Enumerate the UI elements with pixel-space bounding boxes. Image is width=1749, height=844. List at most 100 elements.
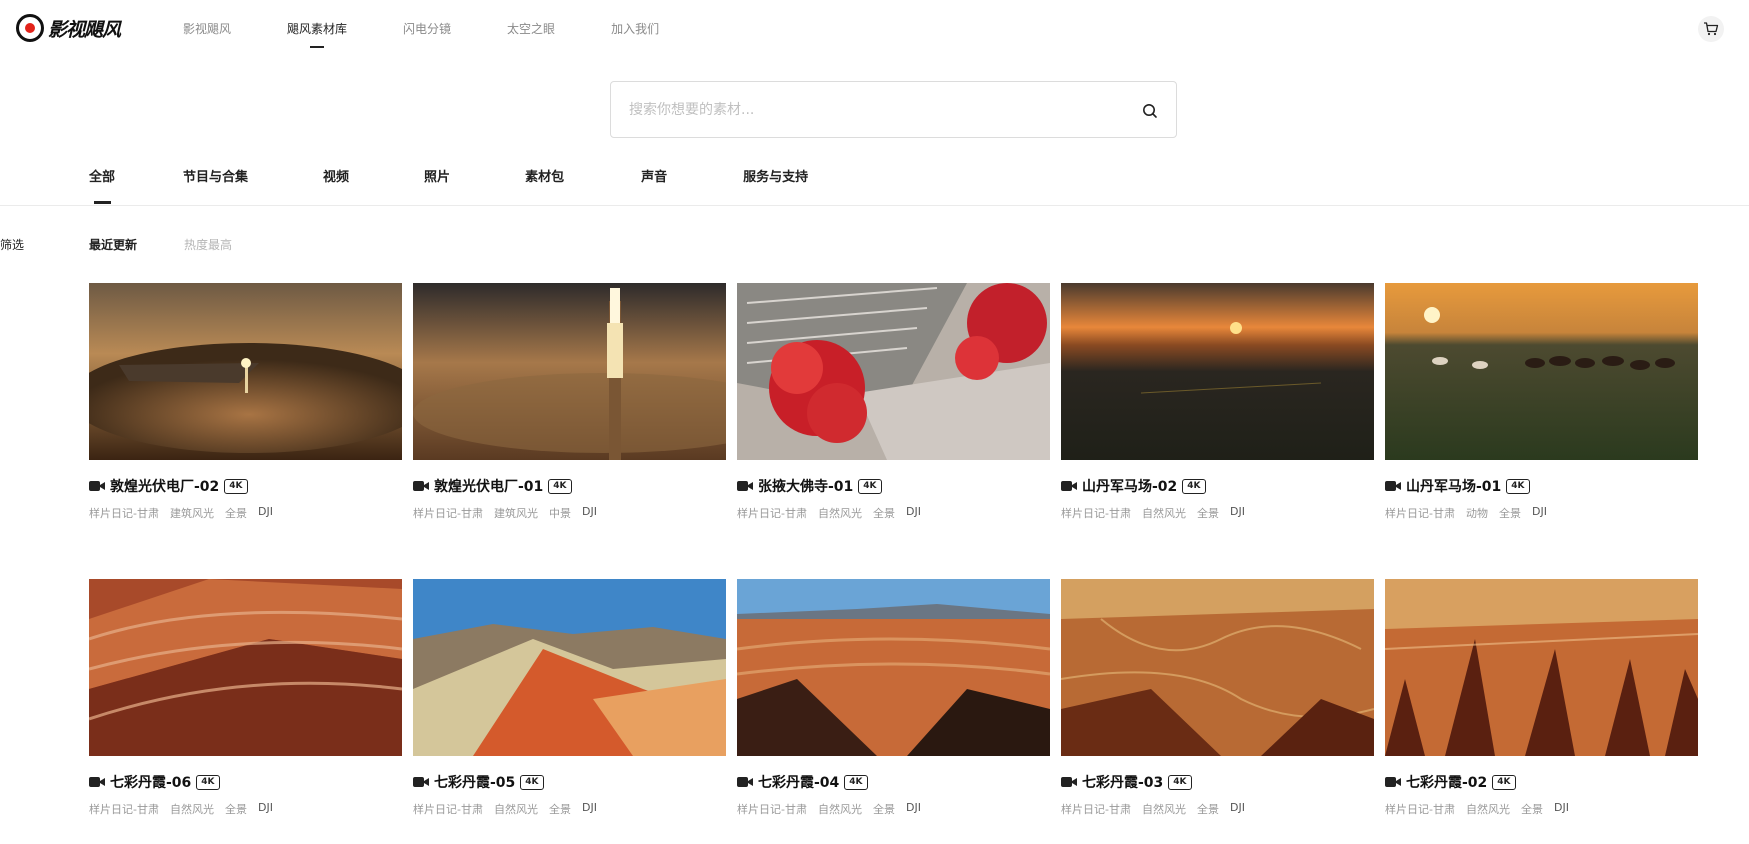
asset-card[interactable]: 七彩丹霞-06 4K 样片日记-甘肃 自然风光 全景 DJI	[89, 579, 402, 844]
tag-device[interactable]: DJI	[906, 801, 921, 817]
asset-card[interactable]: 敦煌光伏电厂-02 4K 样片日记-甘肃 建筑风光 全景 DJI	[89, 283, 402, 579]
asset-thumbnail[interactable]	[737, 283, 1050, 460]
asset-card[interactable]: 张掖大佛寺-01 4K 样片日记-甘肃 自然风光 全景 DJI	[737, 283, 1050, 579]
nav-item-space-eye[interactable]: 太空之眼	[507, 20, 555, 37]
tag-shot[interactable]: 全景	[1197, 801, 1219, 817]
sort-latest[interactable]: 最近更新	[89, 236, 137, 253]
tag-device[interactable]: DJI	[582, 505, 597, 521]
tab-sound[interactable]: 声音	[641, 166, 667, 185]
tag-shot[interactable]: 全景	[549, 801, 571, 817]
asset-card[interactable]: 七彩丹霞-05 4K 样片日记-甘肃 自然风光 全景 DJI	[413, 579, 726, 844]
asset-title[interactable]: 七彩丹霞-04	[758, 772, 839, 792]
asset-title[interactable]: 七彩丹霞-06	[110, 772, 191, 792]
tag-series[interactable]: 样片日记-甘肃	[1061, 801, 1131, 817]
asset-thumbnail[interactable]	[89, 579, 402, 756]
thumbnail-image	[737, 283, 1050, 460]
tag-shot[interactable]: 全景	[873, 505, 895, 521]
asset-thumbnail[interactable]	[737, 579, 1050, 756]
nav-item-yingshijufeng[interactable]: 影视飓风	[183, 20, 231, 37]
tag-series[interactable]: 样片日记-甘肃	[1385, 505, 1455, 521]
asset-title[interactable]: 七彩丹霞-03	[1082, 772, 1163, 792]
asset-card[interactable]: 七彩丹霞-02 4K 样片日记-甘肃 自然风光 全景 DJI	[1385, 579, 1698, 844]
sort-popular[interactable]: 热度最高	[184, 236, 232, 253]
tag-category[interactable]: 建筑风光	[170, 505, 214, 521]
tag-device[interactable]: DJI	[258, 505, 273, 521]
tab-packs[interactable]: 素材包	[525, 166, 564, 185]
asset-title[interactable]: 敦煌光伏电厂-01	[434, 476, 543, 496]
filter-button[interactable]: 筛选	[0, 236, 24, 253]
tab-programs[interactable]: 节目与合集	[183, 166, 248, 185]
asset-title[interactable]: 敦煌光伏电厂-02	[110, 476, 219, 496]
tag-shot[interactable]: 全景	[1499, 505, 1521, 521]
category-tabs: 全部 节目与合集 视频 照片 素材包 声音 服务与支持	[89, 166, 808, 204]
asset-card[interactable]: 七彩丹霞-04 4K 样片日记-甘肃 自然风光 全景 DJI	[737, 579, 1050, 844]
resolution-badge: 4K	[1492, 774, 1516, 790]
asset-thumbnail[interactable]	[89, 283, 402, 460]
tag-shot[interactable]: 全景	[1197, 505, 1219, 521]
nav-item-join-us[interactable]: 加入我们	[611, 20, 659, 37]
tag-device[interactable]: DJI	[906, 505, 921, 521]
tag-device[interactable]: DJI	[1532, 505, 1547, 521]
tag-category[interactable]: 自然风光	[170, 801, 214, 817]
tag-series[interactable]: 样片日记-甘肃	[89, 801, 159, 817]
tag-series[interactable]: 样片日记-甘肃	[413, 801, 483, 817]
tag-device[interactable]: DJI	[1554, 801, 1569, 817]
tag-shot[interactable]: 全景	[1521, 801, 1543, 817]
tag-series[interactable]: 样片日记-甘肃	[1385, 801, 1455, 817]
tab-services[interactable]: 服务与支持	[743, 166, 808, 185]
tab-videos[interactable]: 视频	[323, 166, 349, 185]
asset-card[interactable]: 山丹军马场-01 4K 样片日记-甘肃 动物 全景 DJI	[1385, 283, 1698, 579]
tag-series[interactable]: 样片日记-甘肃	[1061, 505, 1131, 521]
tag-device[interactable]: DJI	[258, 801, 273, 817]
tag-category[interactable]: 自然风光	[494, 801, 538, 817]
tab-all[interactable]: 全部	[89, 166, 115, 204]
tag-series[interactable]: 样片日记-甘肃	[89, 505, 159, 521]
tag-shot[interactable]: 中景	[549, 505, 571, 521]
asset-thumbnail[interactable]	[1061, 283, 1374, 460]
brand-logo[interactable]: 影视飓风	[16, 14, 121, 42]
tag-category[interactable]: 动物	[1466, 505, 1488, 521]
video-camera-icon	[89, 776, 105, 788]
tag-series[interactable]: 样片日记-甘肃	[737, 505, 807, 521]
tag-category[interactable]: 自然风光	[1142, 801, 1186, 817]
tag-device[interactable]: DJI	[1230, 801, 1245, 817]
asset-title[interactable]: 七彩丹霞-05	[434, 772, 515, 792]
video-camera-icon	[1385, 776, 1401, 788]
resolution-badge: 4K	[1182, 478, 1206, 494]
tag-series[interactable]: 样片日记-甘肃	[737, 801, 807, 817]
asset-title[interactable]: 山丹军马场-02	[1082, 476, 1177, 496]
asset-thumbnail[interactable]	[1385, 283, 1698, 460]
tag-shot[interactable]: 全景	[225, 505, 247, 521]
asset-title[interactable]: 山丹军马场-01	[1406, 476, 1501, 496]
tag-category[interactable]: 建筑风光	[494, 505, 538, 521]
tag-shot[interactable]: 全景	[873, 801, 895, 817]
tag-shot[interactable]: 全景	[225, 801, 247, 817]
search-button[interactable]	[1140, 101, 1160, 121]
cart-button[interactable]	[1698, 16, 1724, 42]
asset-card[interactable]: 山丹军马场-02 4K 样片日记-甘肃 自然风光 全景 DJI	[1061, 283, 1374, 579]
asset-thumbnail[interactable]	[413, 283, 726, 460]
nav-item-asset-library[interactable]: 飓风素材库	[287, 20, 347, 48]
asset-title[interactable]: 七彩丹霞-02	[1406, 772, 1487, 792]
asset-title-row: 张掖大佛寺-01 4K	[737, 476, 1050, 496]
asset-card[interactable]: 敦煌光伏电厂-01 4K 样片日记-甘肃 建筑风光 中景 DJI	[413, 283, 726, 579]
logo-mark-icon	[16, 14, 44, 42]
tag-device[interactable]: DJI	[582, 801, 597, 817]
video-camera-icon	[737, 776, 753, 788]
tab-photos[interactable]: 照片	[424, 166, 450, 185]
asset-thumbnail[interactable]	[413, 579, 726, 756]
tag-series[interactable]: 样片日记-甘肃	[413, 505, 483, 521]
nav-item-storyboard[interactable]: 闪电分镜	[403, 20, 451, 37]
tag-device[interactable]: DJI	[1230, 505, 1245, 521]
thumbnail-image	[89, 579, 402, 756]
asset-title[interactable]: 张掖大佛寺-01	[758, 476, 853, 496]
asset-tags: 样片日记-甘肃 自然风光 全景 DJI	[1061, 505, 1374, 521]
tag-category[interactable]: 自然风光	[1142, 505, 1186, 521]
search-input[interactable]	[629, 100, 1109, 120]
tag-category[interactable]: 自然风光	[1466, 801, 1510, 817]
asset-card[interactable]: 七彩丹霞-03 4K 样片日记-甘肃 自然风光 全景 DJI	[1061, 579, 1374, 844]
asset-thumbnail[interactable]	[1385, 579, 1698, 756]
asset-thumbnail[interactable]	[1061, 579, 1374, 756]
tag-category[interactable]: 自然风光	[818, 505, 862, 521]
tag-category[interactable]: 自然风光	[818, 801, 862, 817]
